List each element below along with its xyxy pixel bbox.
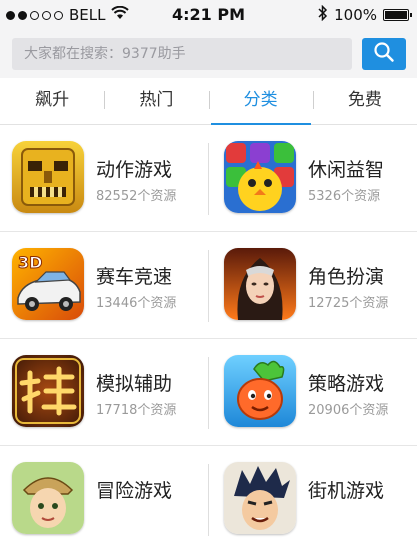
tab-popular[interactable]: 热门	[104, 78, 208, 124]
search-bar	[0, 30, 417, 78]
status-right: 100%	[318, 4, 412, 25]
category-title: 冒险游戏	[96, 480, 173, 502]
category-row: 模拟辅助 17718个资源 策略游戏 20906个资源	[0, 339, 417, 446]
category-count: 17718个资源	[96, 403, 177, 418]
chick-puzzle-icon	[224, 141, 296, 213]
tab-trending[interactable]: 飙升	[0, 78, 104, 124]
category-row: 冒险游戏 街机游戏	[0, 446, 417, 553]
temple-idol-icon	[12, 141, 84, 213]
tab-bar: 飙升 热门 分类 免费	[0, 78, 417, 125]
category-count: 82552个资源	[96, 189, 177, 204]
column-divider	[208, 250, 209, 322]
category-rpg[interactable]: 角色扮演 12725个资源	[212, 232, 417, 338]
category-count: 5326个资源	[308, 189, 381, 204]
tab-categories[interactable]: 分类	[208, 78, 313, 125]
gua-character-icon	[12, 355, 84, 427]
bluetooth-icon	[318, 4, 328, 25]
explorer-girl-icon	[12, 462, 84, 534]
heroine-portrait-icon	[224, 248, 296, 320]
battery-percent: 100%	[334, 6, 377, 24]
category-casual[interactable]: 休闲益智 5326个资源	[212, 125, 417, 231]
category-title: 动作游戏	[96, 159, 173, 181]
svg-text:3D: 3D	[18, 253, 42, 272]
category-title: 策略游戏	[308, 373, 385, 395]
radish-veggie-icon	[224, 355, 296, 427]
category-action[interactable]: 动作游戏 82552个资源	[0, 125, 208, 231]
category-strategy[interactable]: 策略游戏 20906个资源	[212, 339, 417, 445]
column-divider	[208, 464, 209, 536]
category-count: 20906个资源	[308, 403, 389, 418]
category-title: 模拟辅助	[96, 373, 173, 395]
category-row: 3D 赛车竞速 13446个资源 角色扮演 12725个资源	[0, 232, 417, 339]
category-adventure[interactable]: 冒险游戏	[0, 446, 208, 552]
category-title: 街机游戏	[308, 480, 385, 502]
search-button[interactable]	[362, 38, 406, 70]
category-count: 13446个资源	[96, 296, 177, 311]
status-bar: BELL 4:21 PM 100%	[0, 0, 417, 30]
category-count: 12725个资源	[308, 296, 389, 311]
battery-icon	[383, 9, 412, 21]
fighter-boy-icon	[224, 462, 296, 534]
search-input[interactable]	[12, 38, 352, 70]
column-divider	[208, 357, 209, 429]
column-divider	[208, 143, 209, 215]
category-grid: 动作游戏 82552个资源 休闲益智 5326个资源 3D 赛车竞速 13446…	[0, 125, 417, 536]
category-row: 动作游戏 82552个资源 休闲益智 5326个资源	[0, 125, 417, 232]
category-title: 角色扮演	[308, 266, 385, 288]
category-title: 休闲益智	[308, 159, 385, 181]
category-simulation[interactable]: 模拟辅助 17718个资源	[0, 339, 208, 445]
tab-free[interactable]: 免费	[312, 78, 417, 124]
category-arcade[interactable]: 街机游戏	[212, 446, 417, 552]
category-title: 赛车竞速	[96, 266, 173, 288]
race-car-3d-icon: 3D	[12, 248, 84, 320]
category-racing[interactable]: 3D 赛车竞速 13446个资源	[0, 232, 208, 338]
search-icon	[373, 41, 395, 67]
